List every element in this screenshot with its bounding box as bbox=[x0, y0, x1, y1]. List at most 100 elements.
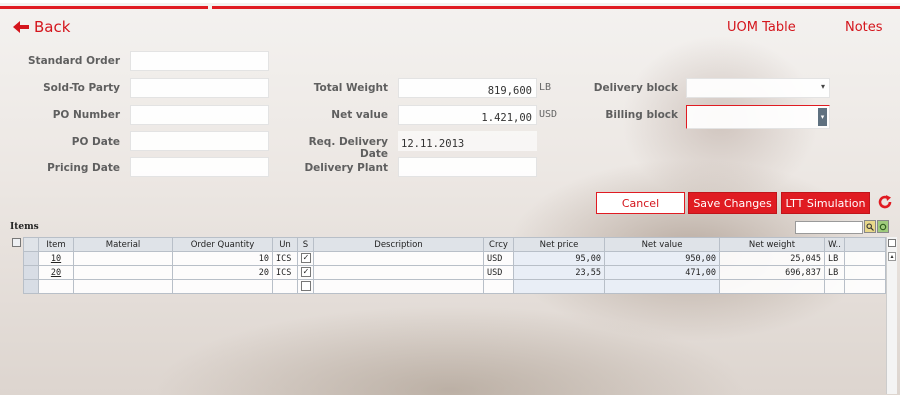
s-checkbox[interactable]: ✓ bbox=[297, 251, 314, 266]
ltt-simulation-button[interactable]: LTT Simulation bbox=[781, 192, 870, 214]
description-cell[interactable] bbox=[313, 251, 484, 266]
scroll-up-icon[interactable]: ▴ bbox=[888, 252, 896, 261]
row-selector[interactable] bbox=[23, 279, 39, 294]
req-delivery-date-field[interactable]: 12.11.2013 bbox=[398, 131, 537, 151]
req-delivery-date-label: Req. Delivery Date bbox=[308, 136, 388, 160]
un-cell[interactable] bbox=[272, 279, 298, 294]
crcy-cell[interactable]: USD bbox=[483, 251, 514, 266]
items-table: Item Material Order Quantity Un S Descri… bbox=[23, 237, 886, 294]
standard-order-label: Standard Order bbox=[27, 55, 120, 67]
column-header-order-quantity[interactable]: Order Quantity bbox=[172, 237, 273, 252]
net-value-label: Net value bbox=[331, 109, 388, 121]
row-selector[interactable] bbox=[23, 265, 39, 280]
filler-header bbox=[844, 237, 886, 252]
table-settings-icon[interactable] bbox=[12, 238, 21, 247]
standard-order-field[interactable] bbox=[130, 51, 269, 71]
chevron-down-icon: ▾ bbox=[820, 82, 825, 91]
net-weight-cell: 25,045 bbox=[719, 251, 825, 266]
column-header-description[interactable]: Description bbox=[313, 237, 484, 252]
save-changes-button[interactable]: Save Changes bbox=[688, 192, 777, 214]
order-quantity-cell[interactable]: 10 bbox=[172, 251, 273, 266]
column-header-net-price[interactable]: Net price bbox=[513, 237, 605, 252]
notes-link[interactable]: Notes bbox=[845, 20, 883, 35]
net-price-cell[interactable]: 95,00 bbox=[513, 251, 605, 266]
total-weight-value: 819,600 bbox=[487, 85, 532, 97]
s-checkbox[interactable] bbox=[297, 279, 314, 294]
w-cell: LB bbox=[824, 251, 845, 266]
material-cell[interactable] bbox=[73, 279, 173, 294]
row-selector[interactable] bbox=[23, 251, 39, 266]
check-icon: ✓ bbox=[301, 253, 311, 264]
table-vertical-scrollbar[interactable]: ▴ bbox=[886, 237, 897, 394]
delivery-block-label: Delivery block bbox=[593, 82, 678, 94]
net-weight-cell: 696,837 bbox=[719, 265, 825, 280]
items-search-input[interactable] bbox=[795, 221, 863, 234]
table-row[interactable]: 10 10 ICS ✓ USD 95,00 950,00 25,045 LB bbox=[23, 251, 886, 266]
column-settings-icon[interactable] bbox=[888, 239, 896, 247]
net-value-cell bbox=[604, 279, 720, 294]
total-weight-field[interactable]: 819,600 bbox=[398, 78, 537, 98]
item-number-cell[interactable] bbox=[38, 279, 74, 294]
un-cell[interactable]: ICS bbox=[272, 251, 298, 266]
column-header-item[interactable]: Item bbox=[38, 237, 74, 252]
po-date-label: PO Date bbox=[71, 136, 120, 148]
column-header-un[interactable]: Un bbox=[272, 237, 298, 252]
column-header-w[interactable]: W.. bbox=[824, 237, 845, 252]
selector-header bbox=[23, 237, 39, 252]
refresh-search-icon[interactable] bbox=[877, 220, 889, 233]
net-value-field[interactable]: 1.421,00 bbox=[398, 105, 537, 125]
billing-block-select[interactable]: ▾ bbox=[686, 105, 830, 129]
item-number-link[interactable]: 10 bbox=[38, 251, 74, 266]
total-weight-label: Total Weight bbox=[313, 82, 388, 94]
pricing-date-field[interactable] bbox=[130, 157, 269, 177]
po-number-field[interactable] bbox=[130, 105, 269, 125]
po-number-label: PO Number bbox=[52, 109, 120, 121]
net-value-cell: 471,00 bbox=[604, 265, 720, 280]
delivery-plant-field[interactable] bbox=[398, 157, 537, 177]
column-header-net-weight[interactable]: Net weight bbox=[719, 237, 825, 252]
delivery-block-select[interactable]: ▾ bbox=[686, 78, 830, 98]
net-value-unit: USD bbox=[539, 109, 558, 120]
back-label: Back bbox=[34, 18, 71, 36]
net-weight-cell bbox=[719, 279, 825, 294]
back-button[interactable]: Back bbox=[13, 18, 70, 36]
dropdown-button-icon: ▾ bbox=[818, 108, 827, 126]
po-date-field[interactable] bbox=[130, 131, 269, 151]
refresh-icon[interactable] bbox=[877, 194, 893, 210]
s-checkbox[interactable]: ✓ bbox=[297, 265, 314, 280]
material-cell[interactable] bbox=[73, 265, 173, 280]
table-row[interactable]: 20 20 ICS ✓ USD 23,55 471,00 696,837 LB bbox=[23, 265, 886, 280]
cancel-button[interactable]: Cancel bbox=[596, 192, 685, 214]
column-header-material[interactable]: Material bbox=[73, 237, 173, 252]
sold-to-party-field[interactable] bbox=[130, 78, 269, 98]
net-value-cell: 950,00 bbox=[604, 251, 720, 266]
net-price-cell[interactable] bbox=[513, 279, 605, 294]
req-delivery-date-value: 12.11.2013 bbox=[401, 138, 465, 150]
search-icon[interactable] bbox=[864, 220, 876, 233]
material-cell[interactable] bbox=[73, 251, 173, 266]
net-price-cell[interactable]: 23,55 bbox=[513, 265, 605, 280]
uom-table-link[interactable]: UOM Table bbox=[727, 20, 796, 35]
column-header-crcy[interactable]: Crcy bbox=[483, 237, 514, 252]
table-row[interactable] bbox=[23, 279, 886, 294]
delivery-plant-label: Delivery Plant bbox=[304, 162, 388, 174]
items-title: Items bbox=[10, 222, 39, 232]
w-cell bbox=[824, 279, 845, 294]
crcy-cell[interactable]: USD bbox=[483, 265, 514, 280]
description-cell[interactable] bbox=[313, 279, 484, 294]
net-value-value: 1.421,00 bbox=[481, 112, 532, 124]
total-weight-unit: LB bbox=[539, 82, 552, 93]
un-cell[interactable]: ICS bbox=[272, 265, 298, 280]
column-header-s[interactable]: S bbox=[297, 237, 314, 252]
order-quantity-cell[interactable]: 20 bbox=[172, 265, 273, 280]
column-header-net-value[interactable]: Net value bbox=[604, 237, 720, 252]
top-accent-bar-right bbox=[212, 6, 900, 9]
checkbox-empty-icon bbox=[301, 281, 311, 292]
filler-cell bbox=[844, 251, 886, 266]
item-number-link[interactable]: 20 bbox=[38, 265, 74, 280]
description-cell[interactable] bbox=[313, 265, 484, 280]
crcy-cell[interactable] bbox=[483, 279, 514, 294]
filler-cell bbox=[844, 265, 886, 280]
order-quantity-cell[interactable] bbox=[172, 279, 273, 294]
arrow-left-icon bbox=[13, 21, 29, 33]
